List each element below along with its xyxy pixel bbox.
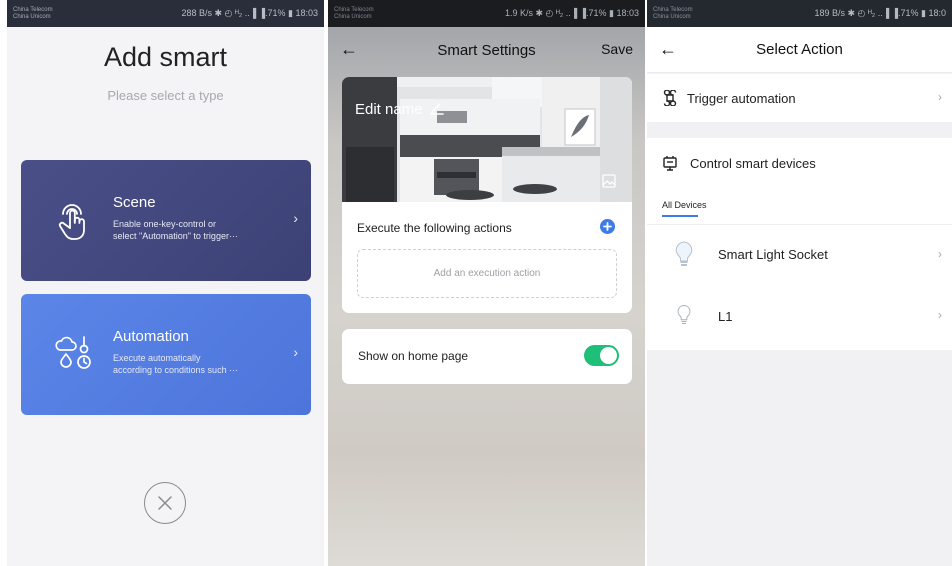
weather-conditions-icon [55,336,91,369]
chevron-right-icon: › [293,210,298,226]
pencil-icon [429,103,444,115]
scene-settings-card: Edit name Execute the following actions … [342,77,632,313]
automation-type-card[interactable]: Automation Execute automatically accordi… [21,294,311,415]
device-name: L1 [718,309,733,324]
chevron-right-icon: › [293,344,298,360]
back-arrow-icon[interactable]: ← [340,39,358,60]
nav-bar: ← Select Action [647,27,952,73]
save-button[interactable]: Save [601,41,633,57]
scene-description: Enable one-key-control or select "Automa… [113,218,273,242]
device-name: Smart Light Socket [718,247,828,262]
trigger-automation-row[interactable]: Trigger automation › [647,74,952,122]
scene-desc-line-1: Enable one-key-control or [113,219,217,229]
page-title: Select Action [756,41,843,58]
show-on-home-card: Show on home page [342,329,632,384]
status-bar: China Telecom China Unicom 288 B/s ✱ ◴ ᴴ… [7,0,324,27]
device-control-icon [663,156,677,171]
select-action-screen: China Telecom China Unicom 189 B/s ✱ ◴ ᴴ… [647,0,952,566]
nav-bar: ← Smart Settings Save [328,27,645,73]
system-status: 189 B/s ✱ ◴ ᴴ₂ ..▐ ▐.71% ▮ 18:0 [814,8,946,18]
scene-cover-image[interactable]: Edit name [342,77,632,202]
control-devices-label: Control smart devices [690,156,816,171]
tab-underline [662,215,698,217]
tab-all-devices[interactable]: All Devices [662,200,707,210]
page-title: Smart Settings [437,41,536,59]
automation-description: Execute automatically according to condi… [113,352,273,376]
bulb-icon [675,241,693,266]
scene-desc-line-2: select "Automation" to trigger··· [113,231,238,241]
bulb-outline-icon [677,304,691,324]
plus-icon [603,222,612,231]
show-on-home-toggle[interactable] [584,345,619,366]
status-bar: China Telecom China Unicom 1.9 K/s ✱ ◴ ᴴ… [328,0,645,27]
carrier-2: China Unicom [653,13,691,20]
touch-hand-icon [58,204,85,240]
carrier-1: China Telecom [334,6,374,13]
scene-title: Scene [113,194,156,211]
carrier-1: China Telecom [653,6,693,13]
execute-actions-label: Execute the following actions [357,221,512,235]
add-action-button[interactable] [600,219,615,234]
add-execution-action-box[interactable]: Add an execution action [357,249,617,298]
carrier-names: China Telecom China Unicom [334,7,374,21]
carrier-names: China Telecom China Unicom [13,7,53,21]
close-icon [158,496,172,510]
chevron-right-icon: › [938,308,942,322]
status-bar: China Telecom China Unicom 189 B/s ✱ ◴ ᴴ… [647,0,952,27]
smart-settings-screen: China Telecom China Unicom 1.9 K/s ✱ ◴ ᴴ… [328,0,645,566]
carrier-names: China Telecom China Unicom [653,7,693,21]
command-key-icon [663,90,677,106]
screens: China Telecom China Unicom 288 B/s ✱ ◴ ᴴ… [0,0,952,566]
system-status: 288 B/s ✱ ◴ ᴴ₂ ..▐ ▐.71% ▮ 18:03 [181,8,318,18]
scene-name: Edit name [355,101,423,118]
system-status: 1.9 K/s ✱ ◴ ᴴ₂ ..▐ ▐.71% ▮ 18:03 [504,8,639,18]
chevron-right-icon: › [938,90,942,104]
change-photo-icon[interactable] [602,174,616,188]
scene-type-card[interactable]: Scene Enable one-key-control or select "… [21,160,311,281]
device-row[interactable]: Smart Light Socket › [647,224,952,284]
automation-title: Automation [113,328,189,345]
show-on-home-label: Show on home page [358,349,469,363]
carrier-2: China Unicom [13,13,51,20]
device-row[interactable]: L1 › [647,284,952,344]
add-smart-screen: China Telecom China Unicom 288 B/s ✱ ◴ ᴴ… [7,0,324,566]
devices-panel: Control smart devices All Devices Smart … [647,138,952,350]
automation-desc-line-2: according to conditions such ··· [113,365,239,375]
carrier-2: China Unicom [334,13,372,20]
automation-desc-line-1: Execute automatically [113,353,201,363]
close-button[interactable] [144,482,186,524]
trigger-automation-label: Trigger automation [687,91,796,106]
carrier-1: China Telecom [13,6,53,13]
edit-name-label[interactable]: Edit name [355,101,444,118]
page-title: Add smart [103,42,228,72]
page-subtitle: Please select a type [107,88,224,103]
kitchen-photo [342,77,632,202]
chevron-right-icon: › [938,247,942,261]
back-arrow-icon[interactable]: ← [659,39,677,60]
